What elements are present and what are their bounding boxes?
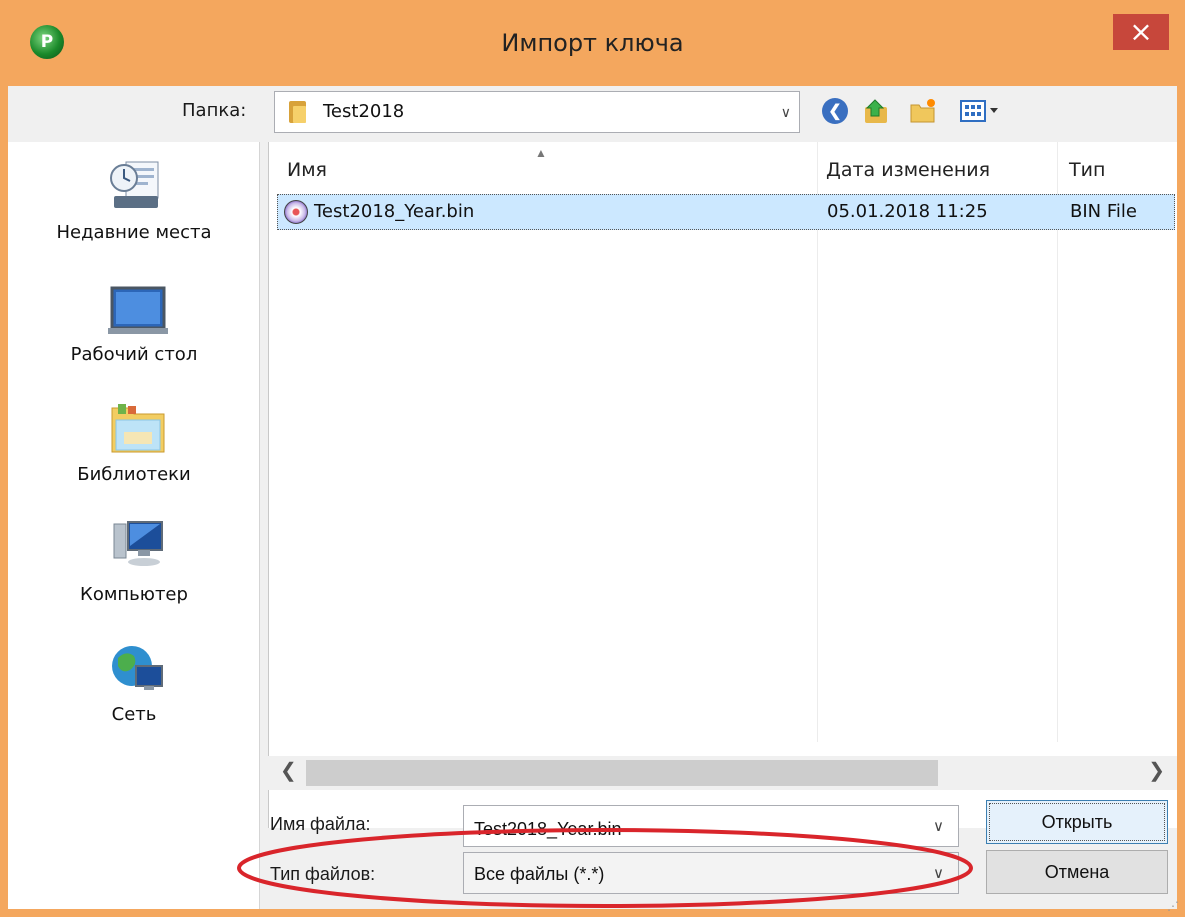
filetype-select[interactable]: Все файлы (*.*) ∨: [463, 852, 959, 894]
filename-input[interactable]: Test2018_Year.bin ∨: [463, 805, 959, 847]
sidebar-item-label: Библиотеки: [77, 464, 191, 485]
scrollbar-thumb[interactable]: [306, 760, 938, 786]
dialog-window: P Импорт ключа × Папка: Test2018 ∨ ❮ Нед…: [0, 0, 1185, 917]
scroll-right-icon[interactable]: ❯: [1148, 758, 1165, 783]
filetype-label: Тип файлов:: [270, 864, 376, 884]
open-button-label: Открыть: [1041, 812, 1113, 832]
folder-icon: [289, 101, 313, 123]
sidebar-item-label: Недавние места: [56, 222, 212, 243]
computer-icon: [113, 521, 163, 566]
chevron-down-icon[interactable]: ∨: [933, 853, 944, 895]
column-header-type[interactable]: Тип: [1069, 142, 1105, 192]
look-in-label: Папка:: [182, 100, 247, 121]
file-name: Test2018_Year.bin: [314, 201, 475, 222]
new-folder-button[interactable]: [906, 94, 940, 128]
title-bar[interactable]: P Импорт ключа ×: [0, 0, 1185, 86]
filetype-value: Все файлы (*.*): [474, 864, 605, 884]
window-title: Импорт ключа: [501, 29, 684, 57]
sidebar-item-label: Сеть: [111, 704, 157, 725]
column-divider[interactable]: [817, 142, 818, 742]
dialog-body: Папка: Test2018 ∨ ❮ Недавние места Рабоч…: [8, 86, 1177, 909]
back-button[interactable]: ❮: [818, 94, 852, 128]
recent-places-icon: [110, 161, 159, 208]
up-folder-button[interactable]: [860, 94, 894, 128]
libraries-icon: [111, 404, 165, 453]
network-icon: [112, 646, 163, 690]
sort-ascending-icon: ▲: [535, 146, 547, 160]
sidebar-item-network[interactable]: Сеть: [8, 624, 260, 742]
cancel-button[interactable]: Отмена: [986, 850, 1168, 894]
up-folder-icon: [865, 99, 887, 123]
filename-value: Test2018_Year.bin: [474, 819, 622, 839]
table-row[interactable]: Test2018_Year.bin 05.01.2018 11:25 BIN F…: [277, 194, 1175, 230]
desktop-icon: [108, 286, 168, 334]
file-type: BIN File: [1070, 201, 1137, 222]
new-folder-icon: [910, 99, 935, 123]
close-button[interactable]: ×: [1113, 14, 1169, 50]
chevron-down-icon[interactable]: ∨: [781, 92, 791, 132]
bin-file-icon: [284, 200, 308, 224]
sidebar-item-desktop[interactable]: Рабочий стол: [8, 264, 260, 382]
open-button[interactable]: Открыть: [986, 800, 1168, 844]
look-in-combo[interactable]: Test2018 ∨: [274, 91, 800, 133]
sidebar-item-label: Компьютер: [80, 584, 188, 605]
file-date: 05.01.2018 11:25: [827, 201, 988, 222]
sidebar-item-computer[interactable]: Компьютер: [8, 504, 260, 622]
look-in-value: Test2018: [323, 101, 405, 122]
column-divider[interactable]: [1057, 142, 1058, 742]
column-header-date[interactable]: Дата изменения: [826, 142, 990, 192]
back-icon: ❮: [822, 98, 848, 124]
filename-label: Имя файла:: [270, 814, 371, 834]
file-list[interactable]: ▲ Имя Дата изменения Тип Test2018_Year.b…: [268, 142, 1177, 828]
scroll-left-icon[interactable]: ❮: [280, 758, 297, 783]
column-header-name[interactable]: Имя: [287, 142, 327, 192]
cancel-button-label: Отмена: [1044, 862, 1110, 882]
sidebar-item-recent[interactable]: Недавние места: [8, 142, 260, 260]
sidebar-item-label: Рабочий стол: [70, 344, 198, 365]
places-sidebar: Недавние места Рабочий стол Библиотеки К…: [8, 142, 260, 909]
sidebar-item-libraries[interactable]: Библиотеки: [8, 384, 260, 502]
view-menu-icon: [960, 100, 998, 122]
view-menu-button[interactable]: [956, 94, 1004, 128]
chevron-down-icon[interactable]: ∨: [933, 806, 944, 848]
resize-grip[interactable]: ⋰: [1167, 899, 1181, 913]
